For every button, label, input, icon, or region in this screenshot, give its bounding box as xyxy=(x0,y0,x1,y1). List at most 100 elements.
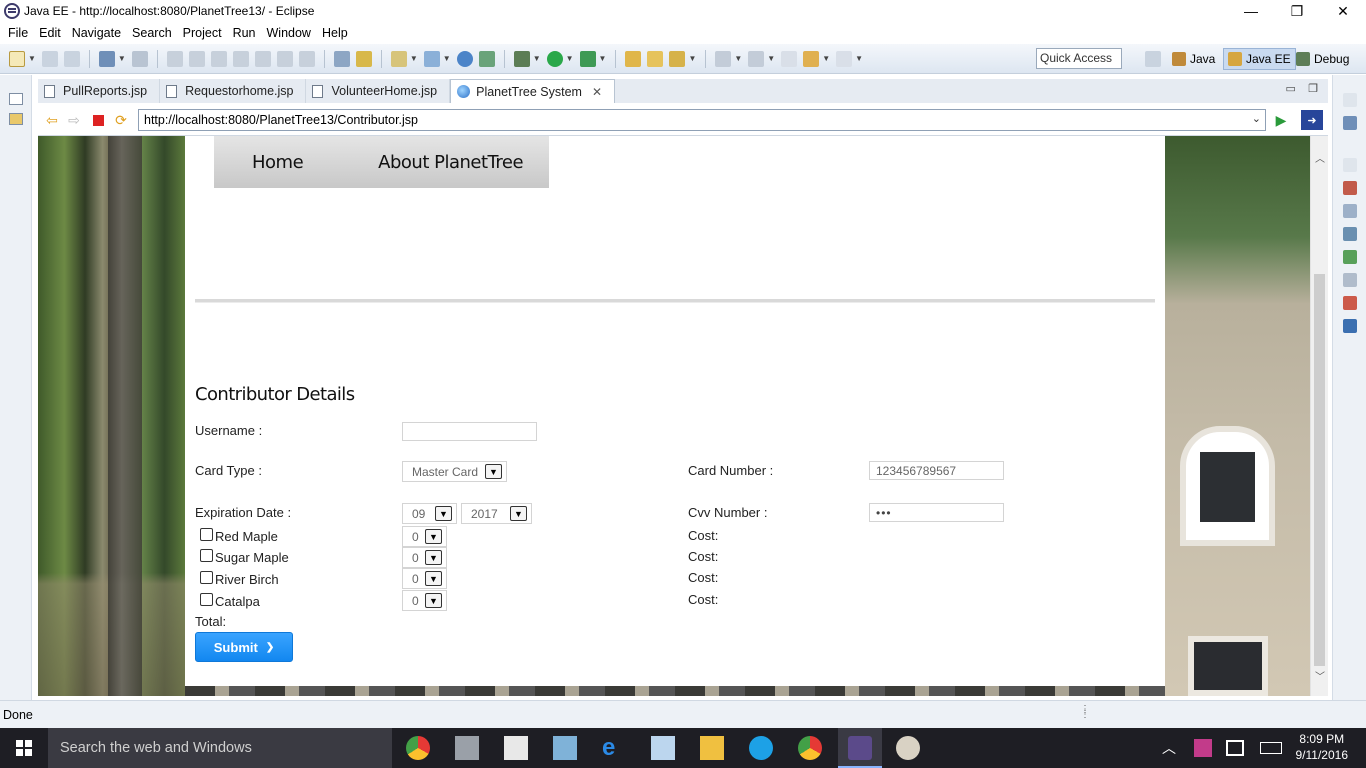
card-number-input[interactable]: 123456789567 xyxy=(869,461,1004,480)
dropdown-arrow-icon[interactable]: ▼ xyxy=(566,54,574,63)
red-maple-qty-select[interactable]: 0 ▼ xyxy=(402,526,447,547)
debug-icon[interactable] xyxy=(513,50,530,67)
chevron-down-icon[interactable]: ▼ xyxy=(425,529,442,544)
menu-edit[interactable]: Edit xyxy=(39,26,61,40)
tray-app-icon[interactable] xyxy=(1194,739,1212,757)
system-clock[interactable]: 8:09 PM 9/11/2016 xyxy=(1296,731,1349,763)
new-server-icon[interactable] xyxy=(390,50,407,67)
dropdown-arrow-icon[interactable]: ▼ xyxy=(734,54,742,63)
restore-icon[interactable] xyxy=(8,93,23,105)
perspective-java[interactable]: Java xyxy=(1168,48,1219,70)
dropdown-arrow-icon[interactable]: ▼ xyxy=(688,54,696,63)
card-type-select[interactable]: Master Card ▼ xyxy=(402,461,507,482)
open-perspective-icon[interactable] xyxy=(1145,51,1161,67)
refresh-icon[interactable]: ⟳ xyxy=(113,112,129,128)
red-maple-checkbox[interactable] xyxy=(200,528,213,541)
previous-annotation-icon[interactable] xyxy=(748,50,765,67)
menu-run[interactable]: Run xyxy=(233,26,256,40)
dropdown-arrow-icon[interactable]: ▼ xyxy=(443,54,451,63)
show-hidden-icons[interactable]: ︿ xyxy=(1162,728,1176,768)
dropdown-arrow-icon[interactable]: ▼ xyxy=(410,54,418,63)
dropdown-arrow-icon[interactable]: ▼ xyxy=(118,54,126,63)
menu-window[interactable]: Window xyxy=(267,26,311,40)
chevron-down-icon[interactable]: ▼ xyxy=(485,464,502,479)
restore-icon[interactable] xyxy=(1342,93,1357,107)
back-arrow-icon[interactable]: ⇦ xyxy=(44,112,60,128)
next-annotation-icon[interactable] xyxy=(715,50,732,67)
console-view-icon[interactable] xyxy=(1342,319,1357,333)
servers-icon[interactable] xyxy=(1342,227,1357,241)
nav-about-link[interactable]: About PlanetTree xyxy=(378,152,523,173)
dropdown-arrow-icon[interactable]: ▼ xyxy=(28,54,36,63)
server-icon[interactable] xyxy=(98,50,115,67)
task-icon[interactable] xyxy=(355,50,372,67)
photo-viewer-icon[interactable] xyxy=(651,736,675,760)
store-icon[interactable] xyxy=(504,736,528,760)
expiration-year-select[interactable]: 2017 ▼ xyxy=(461,503,532,524)
forward-icon[interactable] xyxy=(836,50,853,67)
dropdown-arrow-icon[interactable]: ▼ xyxy=(533,54,541,63)
sugar-maple-checkbox[interactable] xyxy=(200,549,213,562)
catalpa-qty-select[interactable]: 0 ▼ xyxy=(402,590,447,611)
cube-app-icon[interactable] xyxy=(553,736,577,760)
chevron-down-icon[interactable]: ▼ xyxy=(510,506,527,521)
dropdown-arrow-icon[interactable]: ▼ xyxy=(855,54,863,63)
deploy-icon[interactable] xyxy=(478,50,495,67)
save-all-icon[interactable] xyxy=(63,50,80,67)
cvv-input[interactable]: ••• xyxy=(869,503,1004,522)
chrome-icon[interactable] xyxy=(798,736,822,760)
expiration-month-select[interactable]: 09 ▼ xyxy=(402,503,457,524)
forward-arrow-icon[interactable]: ⇨ xyxy=(66,112,82,128)
go-icon[interactable]: ▶ xyxy=(1273,112,1289,128)
perspective-debug[interactable]: Debug xyxy=(1292,48,1353,70)
terminate-icon[interactable] xyxy=(210,50,227,67)
river-birch-checkbox[interactable] xyxy=(200,571,213,584)
perspective-javaee[interactable]: Java EE xyxy=(1223,48,1296,70)
new-class-icon[interactable] xyxy=(423,50,440,67)
start-button[interactable] xyxy=(0,728,48,768)
properties-icon[interactable] xyxy=(1342,204,1357,218)
stop-icon[interactable] xyxy=(90,112,106,128)
dropdown-arrow-icon[interactable]: ▼ xyxy=(822,54,830,63)
package-explorer-icon[interactable] xyxy=(8,113,23,125)
save-icon[interactable] xyxy=(41,50,58,67)
problems-icon[interactable] xyxy=(1342,296,1357,310)
restore-icon[interactable] xyxy=(1342,158,1357,172)
search-tool-icon[interactable] xyxy=(669,50,686,67)
skype-icon[interactable] xyxy=(749,736,773,760)
minimize-button[interactable]: — xyxy=(1228,0,1274,22)
catalpa-checkbox[interactable] xyxy=(200,593,213,606)
suspend-icon[interactable] xyxy=(188,50,205,67)
chrome-icon[interactable] xyxy=(406,736,430,760)
url-input[interactable]: http://localhost:8080/PlanetTree13/Contr… xyxy=(138,109,1266,131)
web-browser-icon[interactable] xyxy=(456,50,473,67)
username-input[interactable] xyxy=(402,422,537,441)
snippets-icon[interactable] xyxy=(1342,273,1357,287)
external-browser-icon[interactable]: ➜ xyxy=(1301,110,1323,130)
open-type-icon[interactable] xyxy=(625,50,642,67)
maximize-button[interactable]: ❐ xyxy=(1274,0,1320,22)
console-icon[interactable] xyxy=(333,50,350,67)
step-into-icon[interactable] xyxy=(254,50,271,67)
keyboard-icon[interactable] xyxy=(1260,742,1282,754)
river-birch-qty-select[interactable]: 0 ▼ xyxy=(402,568,447,589)
dropdown-arrow-icon[interactable]: ▼ xyxy=(767,54,775,63)
last-edit-icon[interactable] xyxy=(781,50,798,67)
chevron-down-icon[interactable]: ▼ xyxy=(425,593,442,608)
dropdown-arrow-icon[interactable]: ▼ xyxy=(599,54,607,63)
outline-icon[interactable] xyxy=(1342,116,1357,130)
scrollbar-thumb[interactable] xyxy=(1314,274,1325,666)
task-view-icon[interactable] xyxy=(455,736,479,760)
nav-home-link[interactable]: Home xyxy=(252,152,304,173)
maximize-editor-icon[interactable]: ❐ xyxy=(1308,83,1318,95)
chevron-down-icon[interactable]: ▼ xyxy=(435,506,452,521)
tab-pullreports[interactable]: PullReports.jsp xyxy=(38,79,161,103)
markers-icon[interactable] xyxy=(1342,181,1357,195)
minimize-editor-icon[interactable]: ▭ xyxy=(1285,83,1295,95)
menu-project[interactable]: Project xyxy=(183,26,222,40)
chevron-down-icon[interactable]: ▼ xyxy=(425,571,442,586)
open-resource-icon[interactable] xyxy=(647,50,664,67)
back-icon[interactable] xyxy=(803,50,820,67)
data-source-icon[interactable] xyxy=(1342,250,1357,264)
menu-navigate[interactable]: Navigate xyxy=(72,26,121,40)
